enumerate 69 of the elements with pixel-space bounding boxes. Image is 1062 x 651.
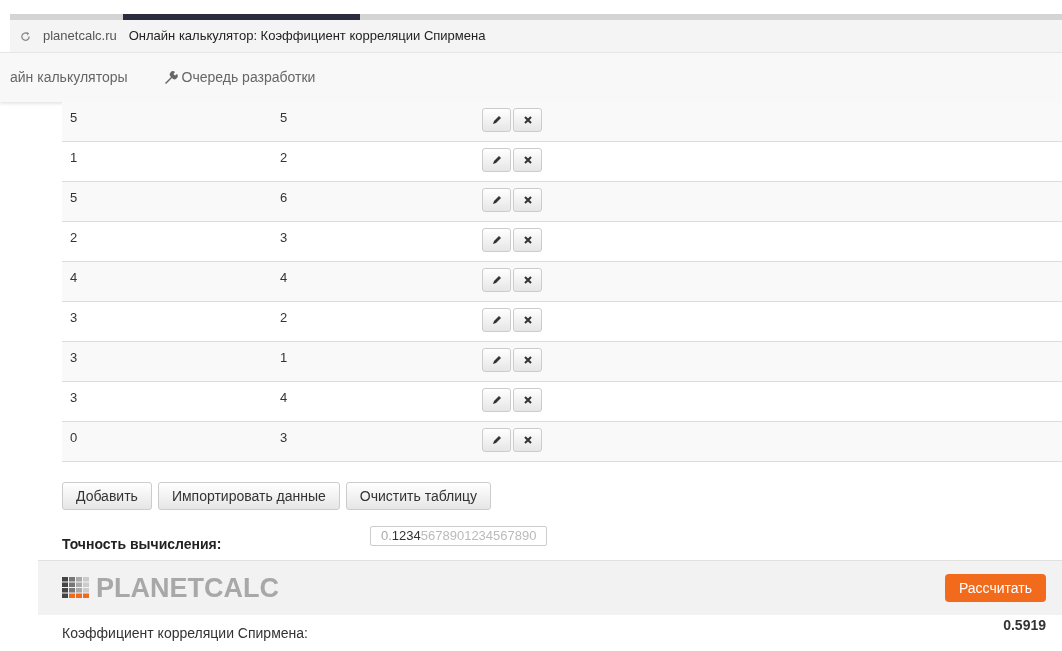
reload-icon[interactable] [20, 30, 31, 42]
edit-button[interactable] [482, 188, 511, 212]
close-icon [523, 116, 532, 124]
action-button[interactable]: Очистить таблицу [345, 482, 492, 510]
delete-button[interactable] [513, 268, 542, 292]
table-cell-text: 4 [279, 269, 289, 287]
table-cell-text: 3 [69, 349, 79, 367]
table-cell-text: 5 [69, 109, 79, 127]
delete-button[interactable] [513, 148, 542, 172]
close-icon [523, 436, 532, 444]
edit-button[interactable] [482, 388, 511, 412]
pencil-icon [491, 275, 502, 285]
edit-button[interactable] [482, 148, 511, 172]
url-domain[interactable]: planetcalc.ru [43, 26, 117, 46]
logo-icon [62, 577, 90, 599]
table-cell-text: 0 [69, 429, 79, 447]
table-cell-text: 2 [279, 149, 289, 167]
table-cell-text: 2 [279, 309, 289, 327]
table-cell-text: 1 [279, 349, 289, 367]
result-value: 0.5919 [1003, 616, 1046, 635]
result-label: Коэффициент корреляции Спирмена: [62, 624, 308, 643]
pencil-icon [491, 315, 502, 325]
delete-button[interactable] [513, 348, 542, 372]
pencil-icon [491, 195, 502, 205]
wrench-icon [163, 71, 178, 84]
table-cell-text: 1 [69, 149, 79, 167]
edit-button[interactable] [482, 308, 511, 332]
action-button[interactable]: Импортировать данные [157, 482, 340, 510]
delete-button[interactable] [513, 188, 542, 212]
edit-button[interactable] [482, 428, 511, 452]
delete-button[interactable] [513, 108, 542, 132]
delete-button[interactable] [513, 228, 542, 252]
delete-button[interactable] [513, 428, 542, 452]
precision-label: Точность вычисления: [62, 535, 223, 554]
delete-button[interactable] [513, 308, 542, 332]
close-icon [523, 236, 532, 244]
pencil-icon [491, 235, 502, 245]
close-icon [523, 196, 532, 204]
pencil-icon [491, 435, 502, 445]
nav-link[interactable]: айн калькуляторы [10, 67, 128, 88]
pencil-icon [491, 395, 502, 405]
edit-button[interactable] [482, 268, 511, 292]
edit-button[interactable] [482, 228, 511, 252]
table-cell-text: 2 [69, 229, 79, 247]
action-button[interactable]: Добавить [62, 482, 152, 510]
close-icon [523, 276, 532, 284]
table-cell-text: 5 [279, 109, 289, 127]
logo: PLANETCALC [62, 567, 279, 609]
delete-button[interactable] [513, 388, 542, 412]
nav-link[interactable]: Очередь разработки [163, 67, 316, 88]
table-cell-text: 5 [69, 189, 79, 207]
table-cell-text: 4 [279, 389, 289, 407]
table-cell-text: 6 [279, 189, 289, 207]
table-cell-text: 3 [279, 429, 289, 447]
edit-button[interactable] [482, 108, 511, 132]
pencil-icon [491, 355, 502, 365]
table-cell-text: 3 [69, 389, 79, 407]
table-cell-text: 3 [69, 309, 79, 327]
close-icon [523, 156, 532, 164]
close-icon [523, 356, 532, 364]
table-cell-text: 3 [279, 229, 289, 247]
pencil-icon [491, 155, 502, 165]
close-icon [523, 316, 532, 324]
precision-field[interactable]: 0.12345678901234567890 [370, 526, 548, 546]
table-cell-text: 4 [69, 269, 79, 287]
close-icon [523, 396, 532, 404]
page-title: Онлайн калькулятор: Коэффициент корреляции Спирмена [128, 27, 486, 46]
edit-button[interactable] [482, 348, 511, 372]
pencil-icon [491, 115, 502, 125]
